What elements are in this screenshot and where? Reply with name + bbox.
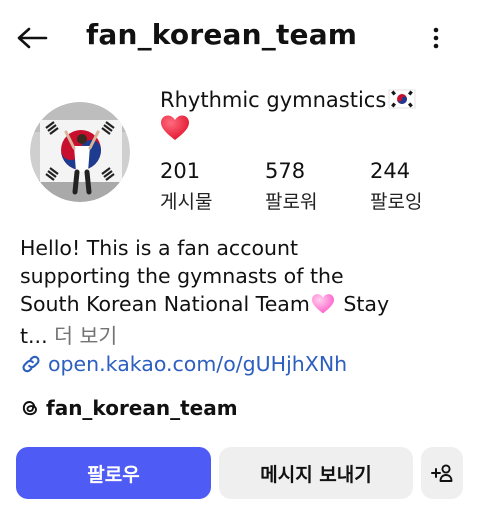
pink-heart-icon [311,293,335,322]
posts-label: 게시물 [160,191,213,213]
arrow-left-icon [17,27,48,49]
threads-badge[interactable]: fan_korean_team [20,396,238,420]
posts-count: 201 [160,159,201,183]
bio-line: Hello! This is a fan account [20,236,299,260]
bio-line-3: South Korean National Team Stay [20,290,460,322]
back-button[interactable] [14,22,50,54]
profile-link[interactable]: open.kakao.com/o/gUHjhXNh [20,352,347,376]
profile-photo [30,102,130,202]
more-options-button[interactable] [424,24,448,52]
red-heart-icon [160,114,190,146]
display-name: Rhythmic gymnastics [160,86,460,117]
bio: Hello! This is a fan account supporting … [20,234,460,350]
bio-more-link[interactable]: 더 보기 [54,324,117,348]
bio-line: supporting the gymnasts of the [20,264,344,288]
following-count: 244 [370,159,411,183]
stat-posts[interactable]: 201 게시물 [160,158,212,214]
following-label: 팔로잉 [370,191,423,213]
avatar[interactable] [30,102,130,202]
stat-following[interactable]: 244 팔로잉 [370,158,422,214]
bio-line-text: t... [20,324,48,348]
bio-line-4: t... 더 보기 [20,322,460,350]
followers-count: 578 [265,159,306,183]
threads-logo-icon [20,398,40,418]
followers-label: 팔로워 [265,191,318,213]
follow-button[interactable]: 팔로우 [16,447,211,499]
suggested-users-button[interactable] [421,447,463,499]
display-name-text: Rhythmic gymnastics [160,88,387,112]
profile-link-text: open.kakao.com/o/gUHjhXNh [48,352,348,376]
add-person-icon [431,464,453,482]
threads-handle: fan_korean_team [46,396,238,420]
bio-line-text: Stay [343,292,390,316]
south-korea-flag-icon [388,88,416,117]
stat-followers[interactable]: 578 팔로워 [265,158,317,214]
message-button[interactable]: 메시지 보내기 [219,447,413,499]
vertical-dots-icon [433,27,439,49]
chain-link-icon [20,353,42,375]
bio-line-text: South Korean National Team [20,292,310,316]
page-title: fan_korean_team [86,18,358,51]
